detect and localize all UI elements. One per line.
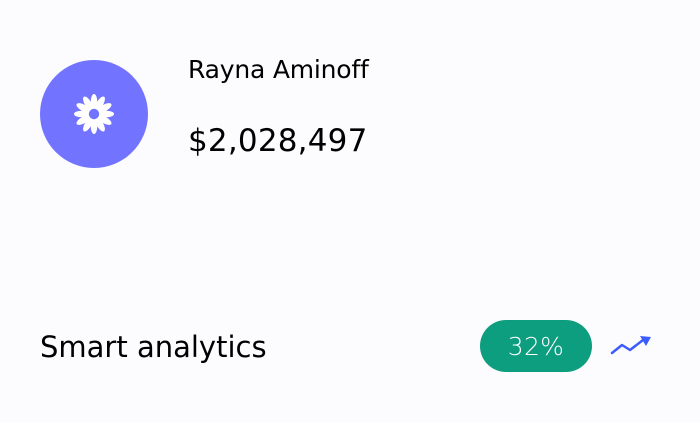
balance-amount: $2,028,497 [188,123,368,159]
analytics-percentage-badge: 32% [480,320,592,372]
smart-analytics-label: Smart analytics [40,330,267,364]
avatar [40,60,148,168]
analytics-card: Rayna Aminoff $2,028,497 Smart analytics… [0,0,700,423]
trend-button[interactable] [610,334,652,358]
trending-up-icon [610,336,651,355]
flower-icon [74,94,114,134]
profile-name: Rayna Aminoff [188,55,369,84]
